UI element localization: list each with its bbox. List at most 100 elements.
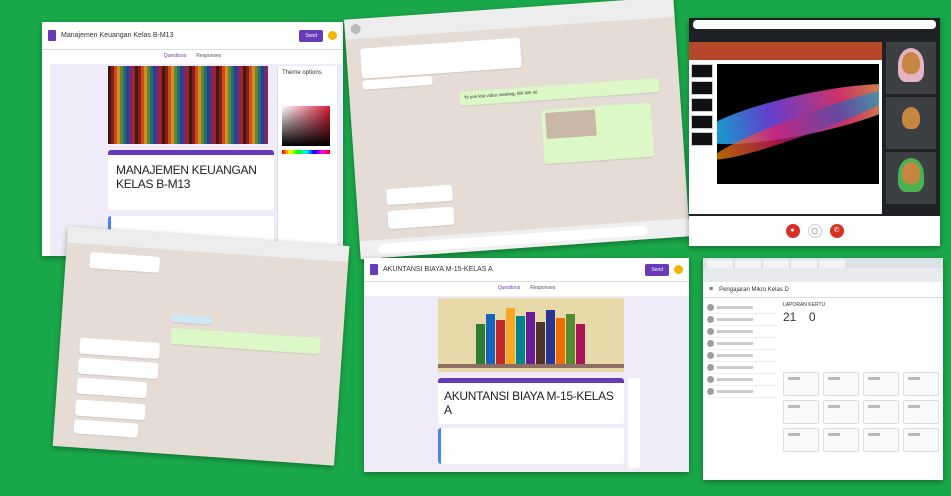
mic-button[interactable]: ● <box>785 224 800 238</box>
list-item[interactable] <box>707 314 777 326</box>
tab-questions[interactable]: Questions <box>498 285 521 296</box>
book-graphic <box>546 310 555 364</box>
submission-tile[interactable] <box>783 428 819 452</box>
list-item[interactable] <box>707 362 777 374</box>
avatar <box>707 364 714 371</box>
submission-tile[interactable] <box>823 428 859 452</box>
participant-video[interactable] <box>886 42 936 94</box>
video-meeting-window: ● ▢ ✆ <box>689 18 940 246</box>
chat-message <box>76 377 148 399</box>
avatar <box>707 352 714 359</box>
list-item[interactable] <box>707 302 777 314</box>
count-value: 21 <box>783 310 797 324</box>
avatar[interactable] <box>328 31 337 40</box>
list-item[interactable] <box>707 374 777 386</box>
count-value: 0 <box>808 310 816 324</box>
chat-message <box>74 399 146 421</box>
list-item[interactable] <box>707 386 777 398</box>
tab-responses[interactable]: Responses <box>530 285 555 296</box>
tab-responses[interactable]: Responses <box>196 53 221 64</box>
student-name-placeholder <box>717 366 753 369</box>
form-title-card[interactable]: MANAJEMEN KEUANGAN KELAS B-M13 <box>108 150 274 210</box>
participant-video[interactable] <box>886 97 936 149</box>
submission-tile[interactable] <box>903 400 939 424</box>
slide-thumbnails <box>691 64 713 149</box>
submission-grid <box>783 372 939 452</box>
avatar <box>707 340 714 347</box>
book-graphic <box>486 314 495 364</box>
chat-message-out <box>170 327 321 355</box>
submission-tile[interactable] <box>783 372 819 396</box>
menu-icon[interactable]: ≡ <box>709 286 713 293</box>
color-picker[interactable] <box>282 106 330 146</box>
tab-questions[interactable]: Questions <box>164 53 187 64</box>
submission-tile[interactable] <box>863 428 899 452</box>
address-bar[interactable] <box>703 268 943 282</box>
submission-tile[interactable] <box>823 400 859 424</box>
browser-tab[interactable] <box>707 260 733 268</box>
browser-tab[interactable] <box>819 260 845 268</box>
chat-message <box>360 37 522 79</box>
student-name-placeholder <box>717 354 753 357</box>
address-bar[interactable] <box>693 20 936 29</box>
camera-button[interactable]: ▢ <box>807 224 822 238</box>
class-header: ≡ Pengajaran Mikro Kelas D <box>703 282 943 298</box>
theme-options-panel: Theme options <box>277 66 337 252</box>
chat-link-preview[interactable] <box>540 102 655 165</box>
browser-tab[interactable] <box>763 260 789 268</box>
form-title-tab[interactable]: AKUNTANSI BIAYA M-15-KELAS A <box>383 266 493 273</box>
book-graphic <box>526 312 535 364</box>
browser-sidebar <box>42 50 50 256</box>
form-heading[interactable]: AKUNTANSI BIAYA M-15-KELAS A <box>444 389 618 417</box>
avatar[interactable] <box>674 265 683 274</box>
submission-tile[interactable] <box>823 372 859 396</box>
submission-tile[interactable] <box>863 372 899 396</box>
class-name: Pengajaran Mikro Kelas D <box>719 286 789 293</box>
student-name-placeholder <box>717 306 753 309</box>
question-card[interactable] <box>438 428 624 464</box>
slide-thumbnail[interactable] <box>691 81 713 95</box>
student-name-placeholder <box>717 318 753 321</box>
browser-tab[interactable] <box>791 260 817 268</box>
send-button[interactable]: Send <box>299 29 323 42</box>
hue-slider[interactable] <box>282 150 330 154</box>
browser-tab[interactable] <box>735 260 761 268</box>
participant-face <box>902 107 920 129</box>
slide-presentation <box>689 42 882 214</box>
chat-message <box>387 206 455 230</box>
list-item[interactable] <box>707 338 777 350</box>
list-item[interactable] <box>707 326 777 338</box>
assignment-report: LAPORAN KERTU 21 0 <box>783 302 933 326</box>
message-input[interactable] <box>377 225 648 254</box>
google-form-window-2: AKUNTANSI BIAYA M-15-KELAS A Send Questi… <box>364 258 689 472</box>
slide-thumbnail[interactable] <box>691 115 713 129</box>
submission-tile[interactable] <box>903 428 939 452</box>
form-toolbar: Manajemen Keuangan Kelas B-M13 Send <box>42 22 343 50</box>
end-call-button[interactable]: ✆ <box>829 224 844 238</box>
submission-tile[interactable] <box>783 400 819 424</box>
submission-tile[interactable] <box>863 400 899 424</box>
form-heading[interactable]: MANAJEMEN KEUANGAN KELAS B-M13 <box>116 163 266 191</box>
book-graphic <box>556 318 565 364</box>
submission-tile[interactable] <box>903 372 939 396</box>
form-title-tab[interactable]: Manajemen Keuangan Kelas B-M13 <box>61 32 173 39</box>
list-item[interactable] <box>707 350 777 362</box>
slide-thumbnail[interactable] <box>691 64 713 78</box>
header-image <box>438 298 624 372</box>
report-title: LAPORAN KERTU <box>783 302 826 308</box>
chat-message <box>73 419 139 438</box>
date-divider <box>171 313 213 325</box>
slide-thumbnail[interactable] <box>691 132 713 146</box>
book-graphic <box>516 316 525 364</box>
avatar <box>707 328 714 335</box>
header-image <box>108 66 268 144</box>
chat-message <box>89 252 161 273</box>
meeting-controls: ● ▢ ✆ <box>689 216 940 246</box>
book-graphic <box>576 324 585 364</box>
shelf-graphic <box>438 364 624 368</box>
slide-thumbnail[interactable] <box>691 98 713 112</box>
form-tool-column[interactable] <box>628 378 640 468</box>
send-button[interactable]: Send <box>645 263 669 276</box>
participant-video[interactable] <box>886 152 936 204</box>
form-title-card[interactable]: AKUNTANSI BIAYA M-15-KELAS A <box>438 378 624 424</box>
